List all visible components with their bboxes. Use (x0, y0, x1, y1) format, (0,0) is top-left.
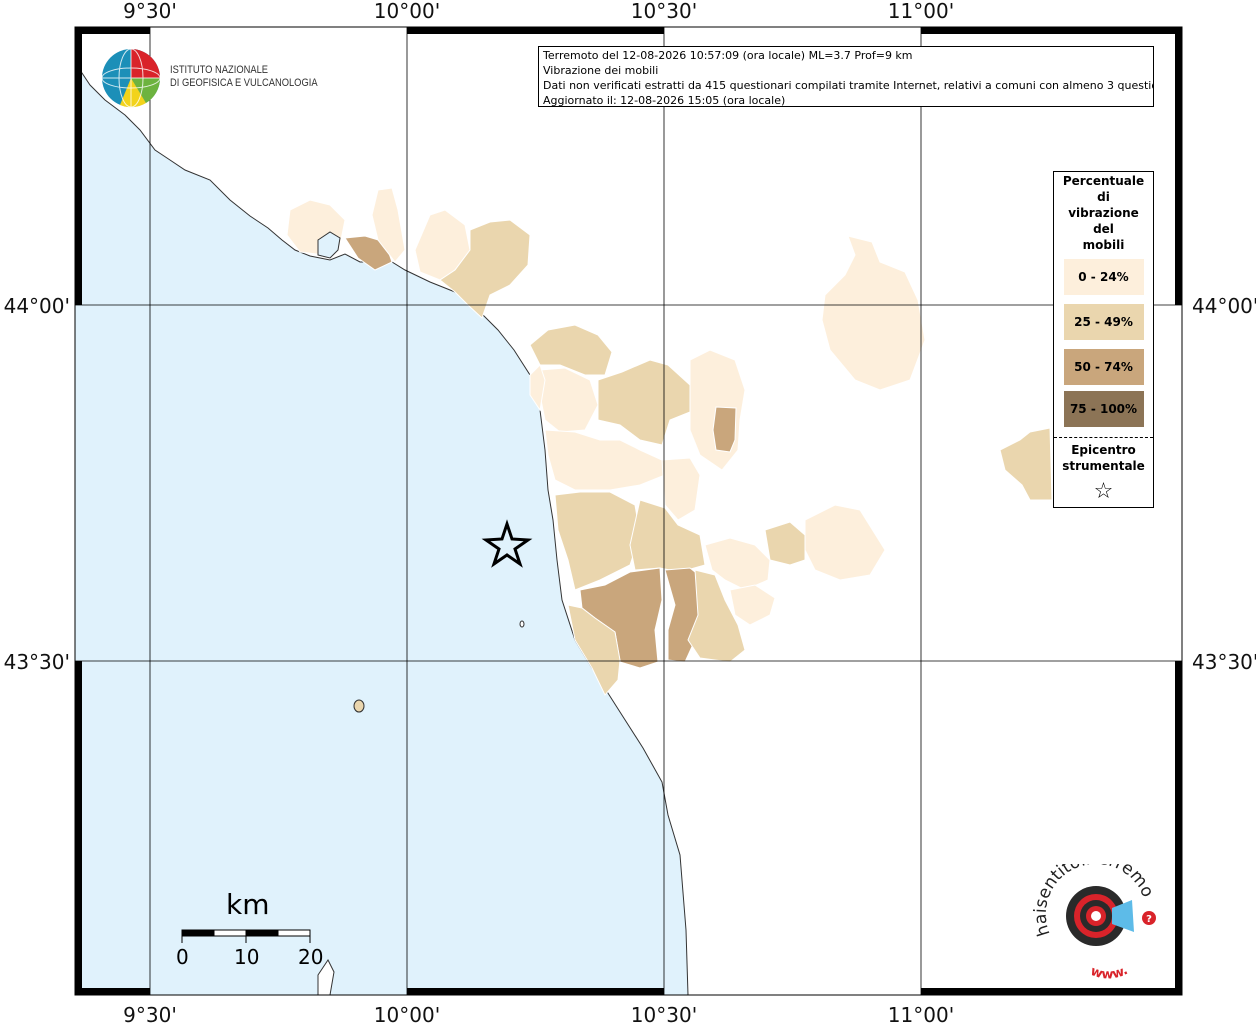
legend-epicenter-line: Epicentro (1071, 443, 1136, 457)
legend-epicenter-line: strumentale (1062, 459, 1145, 473)
scale-seg-3 (245, 929, 279, 937)
lon-labels-top: 9°30' 10°00' 10°30' 11°00' (123, 0, 954, 23)
haisentito-www: www. (1088, 963, 1130, 982)
border-top-1 (75, 27, 150, 34)
scale-label-10: 10 (234, 945, 260, 969)
legend-epicenter-label: Epicentro strumentale (1054, 442, 1153, 474)
event-info-line: Dati non verificati estratti da 415 ques… (543, 79, 1154, 92)
lon-label-bottom: 9°30' (123, 1003, 177, 1024)
haisentito-www-path: www. (1088, 963, 1130, 982)
lat-label-right: 44°00' (1192, 294, 1256, 318)
event-info-line: Aggiornato il: 12-08-2026 15:05 (ora loc… (543, 94, 786, 107)
scale-seg-4 (277, 929, 311, 937)
border-right-1 (1175, 27, 1182, 305)
lon-label-top: 9°30' (123, 0, 177, 23)
border-bottom-1 (75, 988, 150, 995)
lat-label-left: 43°30' (4, 650, 70, 674)
scale-seg-2 (213, 929, 247, 937)
legend-item-0: 0 - 24% (1063, 259, 1144, 295)
lat-label-right: 43°30' (1192, 650, 1256, 674)
border-left-1 (75, 27, 82, 305)
lon-label-top: 11°00' (888, 0, 954, 23)
area-pistoia-dark (712, 406, 737, 453)
scale-label-20: 20 (298, 945, 324, 969)
border-left-2 (75, 661, 82, 995)
legend-star-icon: ☆ (1093, 479, 1114, 504)
ingv-name-line2: di Geofisica e Vulcanologia (170, 77, 318, 89)
border-top-3 (921, 27, 1182, 34)
legend-title: Percentuale di vibrazione del mobili (1054, 173, 1153, 253)
lon-label-bottom: 11°00' (888, 1003, 954, 1024)
ingv-name: Istituto Nazionale di Geofisica e Vulcan… (170, 64, 318, 90)
legend-item-2: 50 - 74% (1063, 349, 1144, 385)
event-info-line: Terremoto del 12-08-2026 10:57:09 (ora l… (543, 49, 913, 62)
legend-title-line: del (1093, 222, 1114, 236)
scale-label-0: 0 (176, 945, 189, 969)
scale-seg-1 (181, 929, 215, 937)
legend-item-3: 75 - 100% (1063, 391, 1144, 427)
border-bottom-3 (921, 988, 1182, 995)
legend-item-1: 25 - 49% (1063, 304, 1144, 340)
legend-title-line: Percentuale (1062, 174, 1145, 188)
lat-label-left: 44°00' (4, 294, 70, 318)
lon-labels-bottom: 9°30' 10°00' 10°30' 11°00' (123, 1003, 954, 1024)
lon-label-top: 10°30' (631, 0, 697, 23)
border-right-2 (1175, 661, 1182, 995)
haisentito-logo-icon: ? haisentitoilterremoto.it www. (1025, 849, 1158, 983)
lon-label-top: 10°00' (374, 0, 440, 23)
legend-separator (1054, 437, 1153, 438)
border-bottom-2 (407, 988, 664, 995)
haisentito-logo: ? haisentitoilterremoto.it www. (1025, 849, 1160, 984)
haisentito-question: ? (1146, 914, 1152, 925)
legend: Percentuale di vibrazione del mobili 0 -… (1053, 171, 1154, 508)
border-top-2 (407, 27, 664, 34)
island-gorgona (353, 699, 365, 713)
lon-label-bottom: 10°00' (374, 1003, 440, 1024)
event-info-line: Vibrazione dei mobili (543, 64, 659, 77)
ingv-name-line1: Istituto Nazionale (170, 64, 269, 76)
legend-title-line: mobili (1082, 238, 1125, 252)
ingv-globe-icon (101, 48, 161, 108)
island-meloria (519, 620, 525, 628)
scale-title: km (226, 888, 270, 921)
event-info-box: Terremoto del 12-08-2026 10:57:09 (ora l… (538, 46, 1154, 107)
legend-title-line: vibrazione (1068, 206, 1139, 220)
legend-title-line: di (1097, 190, 1110, 204)
lon-label-bottom: 10°30' (631, 1003, 697, 1024)
